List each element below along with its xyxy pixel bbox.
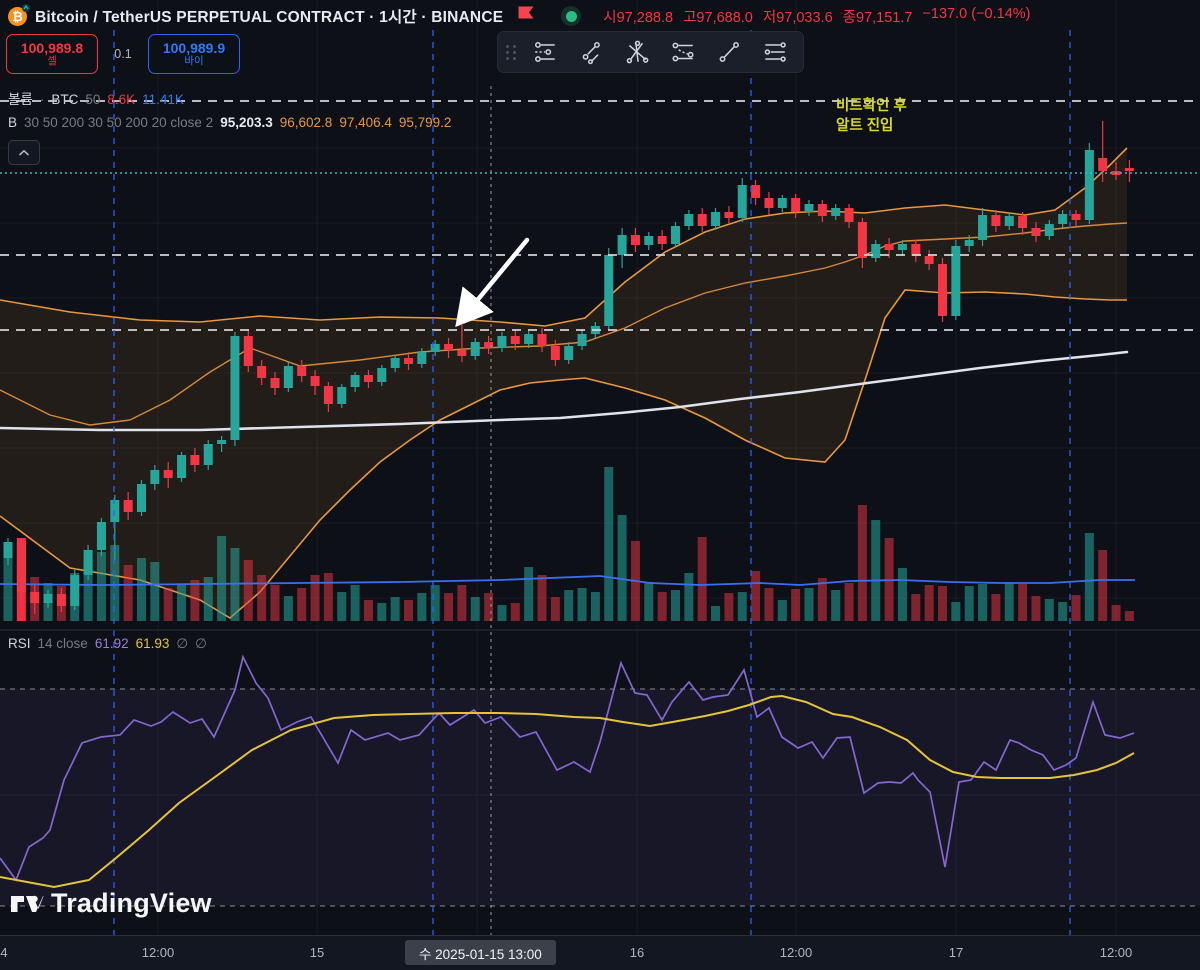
trade-panel: 100,989.8 셀 0.1 100,989.9 바이 — [6, 34, 240, 74]
market-status-icon — [561, 6, 582, 26]
time-axis-label: 12:00 — [1099, 945, 1133, 960]
flag-icon[interactable] — [517, 5, 537, 27]
toolbar-drag-handle[interactable] — [506, 44, 517, 60]
horizontal-lines-tool-icon[interactable] — [753, 34, 797, 70]
time-axis-label: 12:00 — [779, 945, 813, 960]
time-axis-label: 12:00 — [141, 945, 175, 960]
rsi-legend[interactable]: RSI 14 close 61.92 61.93 ∅ ∅ — [8, 636, 207, 652]
drawing-favorites-toolbar — [497, 31, 804, 73]
fib-lines-tool-icon[interactable] — [523, 34, 567, 70]
spread-value: 0.1 — [114, 47, 132, 61]
change-readout: −137.0 (−0.14%) — [922, 5, 1031, 22]
buy-button[interactable]: 100,989.9 바이 — [148, 34, 240, 74]
bitcoin-icon: ₿ — [8, 3, 30, 26]
tradingview-app: ₿ Bitcoin / TetherUS PERPETUAL CONTRACT … — [0, 0, 1200, 970]
symbol-title[interactable]: Bitcoin / TetherUS PERPETUAL CONTRACT · … — [35, 5, 503, 27]
bands-legend[interactable]: B 30 50 200 30 50 200 20 close 2 95,203.… — [8, 115, 451, 130]
time-axis-label: 15 — [309, 945, 325, 960]
time-axis[interactable]: 수 2025-01-15 13:00 4 12:00 15 16 12:00 17 12:0… — [0, 935, 1200, 970]
collapse-legend-button[interactable] — [8, 140, 40, 165]
trend-line-tool-icon[interactable] — [707, 34, 751, 70]
rsi-band-zone — [0, 688, 1200, 907]
ohlc-readout: 시97,288.8 고97,688.0 저97,033.6 종97,151.7 … — [603, 5, 1031, 26]
arrow-annotation[interactable] — [455, 237, 530, 327]
chart-canvas[interactable] — [0, 0, 1200, 935]
time-axis-label: 4 — [0, 945, 8, 960]
tradingview-logo[interactable]: TradingView — [10, 888, 212, 919]
time-axis-label: 16 — [629, 945, 645, 960]
crossed-trendlines-tool-icon[interactable] — [615, 34, 659, 70]
volume-legend[interactable]: 볼륨 · BTC 50 8.6K 11.41K — [8, 88, 184, 108]
tradingview-logo-icon — [11, 895, 44, 912]
trend-circles-tool-icon[interactable] — [569, 34, 613, 70]
parallel-lines-tool-icon[interactable] — [661, 34, 705, 70]
ma-bands-layer — [0, 147, 1128, 619]
symbol-header: ₿ Bitcoin / TetherUS PERPETUAL CONTRACT … — [8, 3, 1031, 27]
sell-button[interactable]: 100,989.8 셀 — [6, 34, 98, 74]
time-axis-label: 17 — [948, 945, 964, 960]
crosshair-time-tooltip: 수 2025-01-15 13:00 — [405, 940, 556, 965]
text-annotation[interactable]: 비트확인 후 알트 진입 — [836, 97, 907, 136]
